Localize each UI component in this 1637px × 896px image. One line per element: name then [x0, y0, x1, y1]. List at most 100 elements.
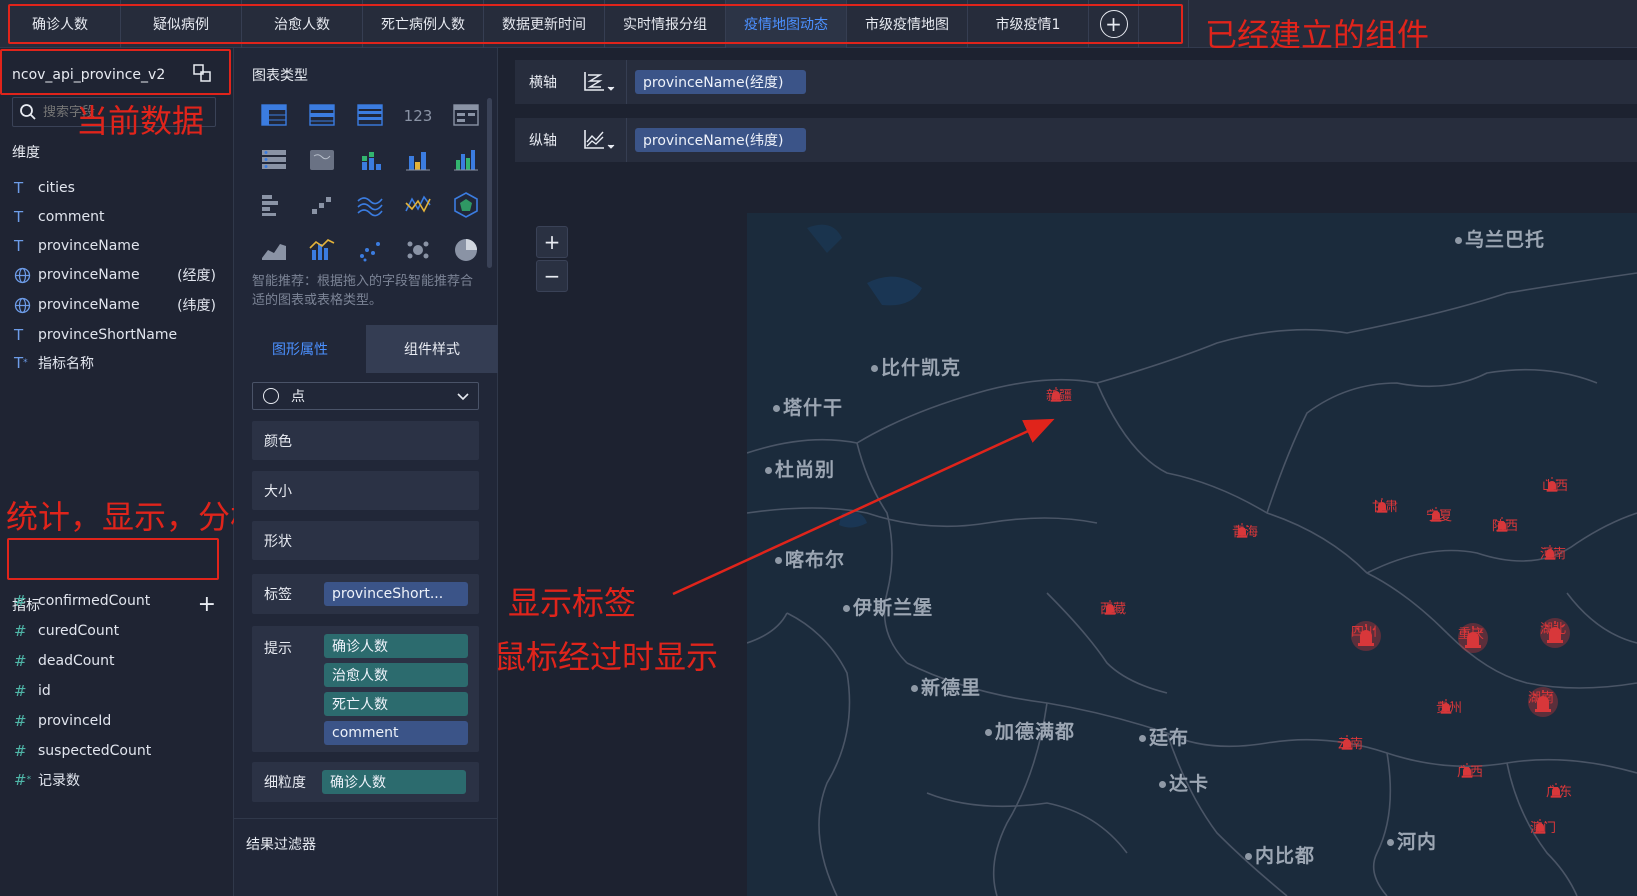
granularity-property[interactable]: 细粒度 确诊人数: [252, 762, 479, 802]
column-chart-icon[interactable]: [446, 143, 486, 177]
x-axis-field-pill[interactable]: provinceName(经度): [635, 70, 806, 94]
size-property[interactable]: 大小: [252, 471, 479, 510]
color-property[interactable]: 颜色: [252, 421, 479, 460]
mark-type-select[interactable]: 点: [252, 382, 479, 410]
alarm-icon: [1527, 687, 1558, 717]
shape-property[interactable]: 形状: [252, 521, 479, 560]
label-field-pill[interactable]: provinceShort...: [324, 582, 468, 606]
field-name: provinceName: [38, 267, 140, 283]
place-label: 廷布: [1139, 723, 1189, 750]
tab-component[interactable]: 疫情地图动态: [726, 0, 847, 48]
card-table-icon[interactable]: [446, 98, 486, 132]
province-marker[interactable]: 澳门: [1530, 817, 1556, 836]
zoom-in-button[interactable]: +: [536, 226, 568, 258]
grouped-table-icon[interactable]: [350, 98, 390, 132]
pie-chart-icon[interactable]: [446, 233, 486, 267]
label-property[interactable]: 标签 provinceShort...: [252, 574, 479, 614]
list-icon[interactable]: [254, 143, 294, 177]
globe-icon: [14, 267, 38, 284]
tooltip-field-pill[interactable]: 死亡人数: [324, 692, 468, 716]
dataset-selector[interactable]: ncov_api_province_v2: [10, 58, 218, 92]
tab-component[interactable]: 市级疫情1: [968, 0, 1089, 48]
metric-field[interactable]: # * 记录数: [14, 767, 220, 793]
result-filter-title[interactable]: 结果过滤器: [246, 834, 316, 854]
alarm-icon: [1350, 621, 1381, 651]
province-marker[interactable]: 新疆: [1046, 385, 1072, 404]
dimension-field[interactable]: TprovinceShortName: [14, 322, 220, 348]
cross-table-icon[interactable]: [254, 98, 294, 132]
province-marker[interactable]: 云南: [1337, 733, 1363, 752]
dimension-field[interactable]: T * 指标名称: [14, 350, 220, 376]
tab-component[interactable]: 疑似病例: [121, 0, 242, 48]
province-marker[interactable]: 广东: [1546, 781, 1572, 800]
province-marker[interactable]: 湖南: [1527, 687, 1558, 717]
metric-field[interactable]: # suspectedCount: [14, 738, 220, 764]
bar-line-combo-icon[interactable]: [302, 233, 342, 267]
dimension-field[interactable]: TprovinceName: [14, 233, 220, 259]
kpi-number-icon[interactable]: 123: [398, 98, 438, 132]
province-marker[interactable]: 广西: [1457, 761, 1483, 780]
province-marker[interactable]: 甘肃: [1372, 496, 1398, 515]
province-marker[interactable]: 西藏: [1100, 598, 1126, 617]
province-marker[interactable]: 陕西: [1492, 515, 1518, 534]
province-marker[interactable]: 四川: [1350, 621, 1381, 651]
step-icon[interactable]: [302, 188, 342, 222]
tab-component[interactable]: 治愈人数: [242, 0, 363, 48]
metric-field[interactable]: # confirmedCount: [14, 588, 220, 614]
tab-component[interactable]: 确诊人数: [0, 0, 121, 48]
province-marker[interactable]: 湖北: [1539, 618, 1570, 648]
dimension-field[interactable]: Tcities: [14, 175, 220, 201]
metric-field[interactable]: # id: [14, 678, 220, 704]
field-name: provinceShortName: [38, 327, 178, 343]
province-marker[interactable]: 河南: [1540, 543, 1566, 562]
place-label: 乌兰巴托: [1455, 225, 1545, 252]
bubble-chart-icon[interactable]: [398, 233, 438, 267]
map-region-icon[interactable]: [302, 143, 342, 177]
tab-component-style[interactable]: 组件样式: [366, 325, 498, 373]
zoom-out-button[interactable]: −: [536, 260, 568, 292]
stacked-bar-icon[interactable]: [350, 143, 390, 177]
tab-component[interactable]: 实时情报分组: [605, 0, 726, 48]
dimension-field[interactable]: provinceName (纬度): [14, 292, 220, 318]
province-marker[interactable]: 贵州: [1436, 697, 1462, 716]
alarm-icon: [1375, 498, 1389, 513]
annotation-show-label: 显示标签: [508, 584, 637, 622]
alarm-icon: [1495, 517, 1509, 532]
metric-field[interactable]: # curedCount: [14, 618, 220, 644]
horizontal-bar-icon[interactable]: [254, 188, 294, 222]
scatter-plot-icon[interactable]: [350, 233, 390, 267]
tab-component[interactable]: 死亡病例人数: [363, 0, 484, 48]
chart-type-scrollbar[interactable]: [487, 98, 492, 268]
x-axis-row: 横轴 provinceName(经度): [515, 60, 1637, 104]
radar-chart-icon[interactable]: [446, 188, 486, 222]
add-component-button[interactable]: +: [1089, 0, 1139, 48]
multi-line-icon[interactable]: [350, 188, 390, 222]
province-marker[interactable]: 山西: [1542, 475, 1568, 494]
dimension-field[interactable]: provinceName (经度): [14, 262, 220, 288]
province-marker[interactable]: 重庆: [1457, 623, 1488, 653]
tooltip-field-pill[interactable]: 确诊人数: [324, 634, 468, 658]
province-marker[interactable]: 青海: [1232, 521, 1258, 540]
tab-graph-properties[interactable]: 图形属性: [234, 325, 366, 373]
metric-field[interactable]: # provinceId: [14, 708, 220, 734]
line-chart-icon[interactable]: [398, 188, 438, 222]
province-marker[interactable]: 宁夏: [1426, 505, 1452, 524]
y-axis-type-icon[interactable]: [571, 118, 627, 162]
tooltip-field-pill[interactable]: comment: [324, 721, 468, 745]
detail-table-icon[interactable]: [302, 98, 342, 132]
tab-component[interactable]: 市级疫情地图: [847, 0, 968, 48]
switch-dataset-icon[interactable]: [192, 63, 212, 87]
dimension-field[interactable]: Tcomment: [14, 204, 220, 230]
dimension-title: 维度: [12, 145, 40, 161]
bar-chart-icon[interactable]: [398, 143, 438, 177]
field-name: comment: [38, 209, 105, 225]
x-axis-type-icon[interactable]: [571, 60, 627, 104]
tooltip-field-pill[interactable]: 治愈人数: [324, 663, 468, 687]
tooltip-property[interactable]: 提示 确诊人数 治愈人数 死亡人数 comment: [252, 626, 479, 752]
metric-field[interactable]: # deadCount: [14, 648, 220, 674]
y-axis-field-pill[interactable]: provinceName(纬度): [635, 128, 806, 152]
area-chart-icon[interactable]: [254, 233, 294, 267]
granularity-field-pill[interactable]: 确诊人数: [322, 770, 466, 794]
epidemic-map[interactable]: 乌兰巴托 比什凯克 塔什干 杜尚别 喀布尔 伊斯兰堡 新德里 加德满都 廷布 达…: [747, 213, 1637, 896]
tab-component[interactable]: 数据更新时间: [484, 0, 605, 48]
